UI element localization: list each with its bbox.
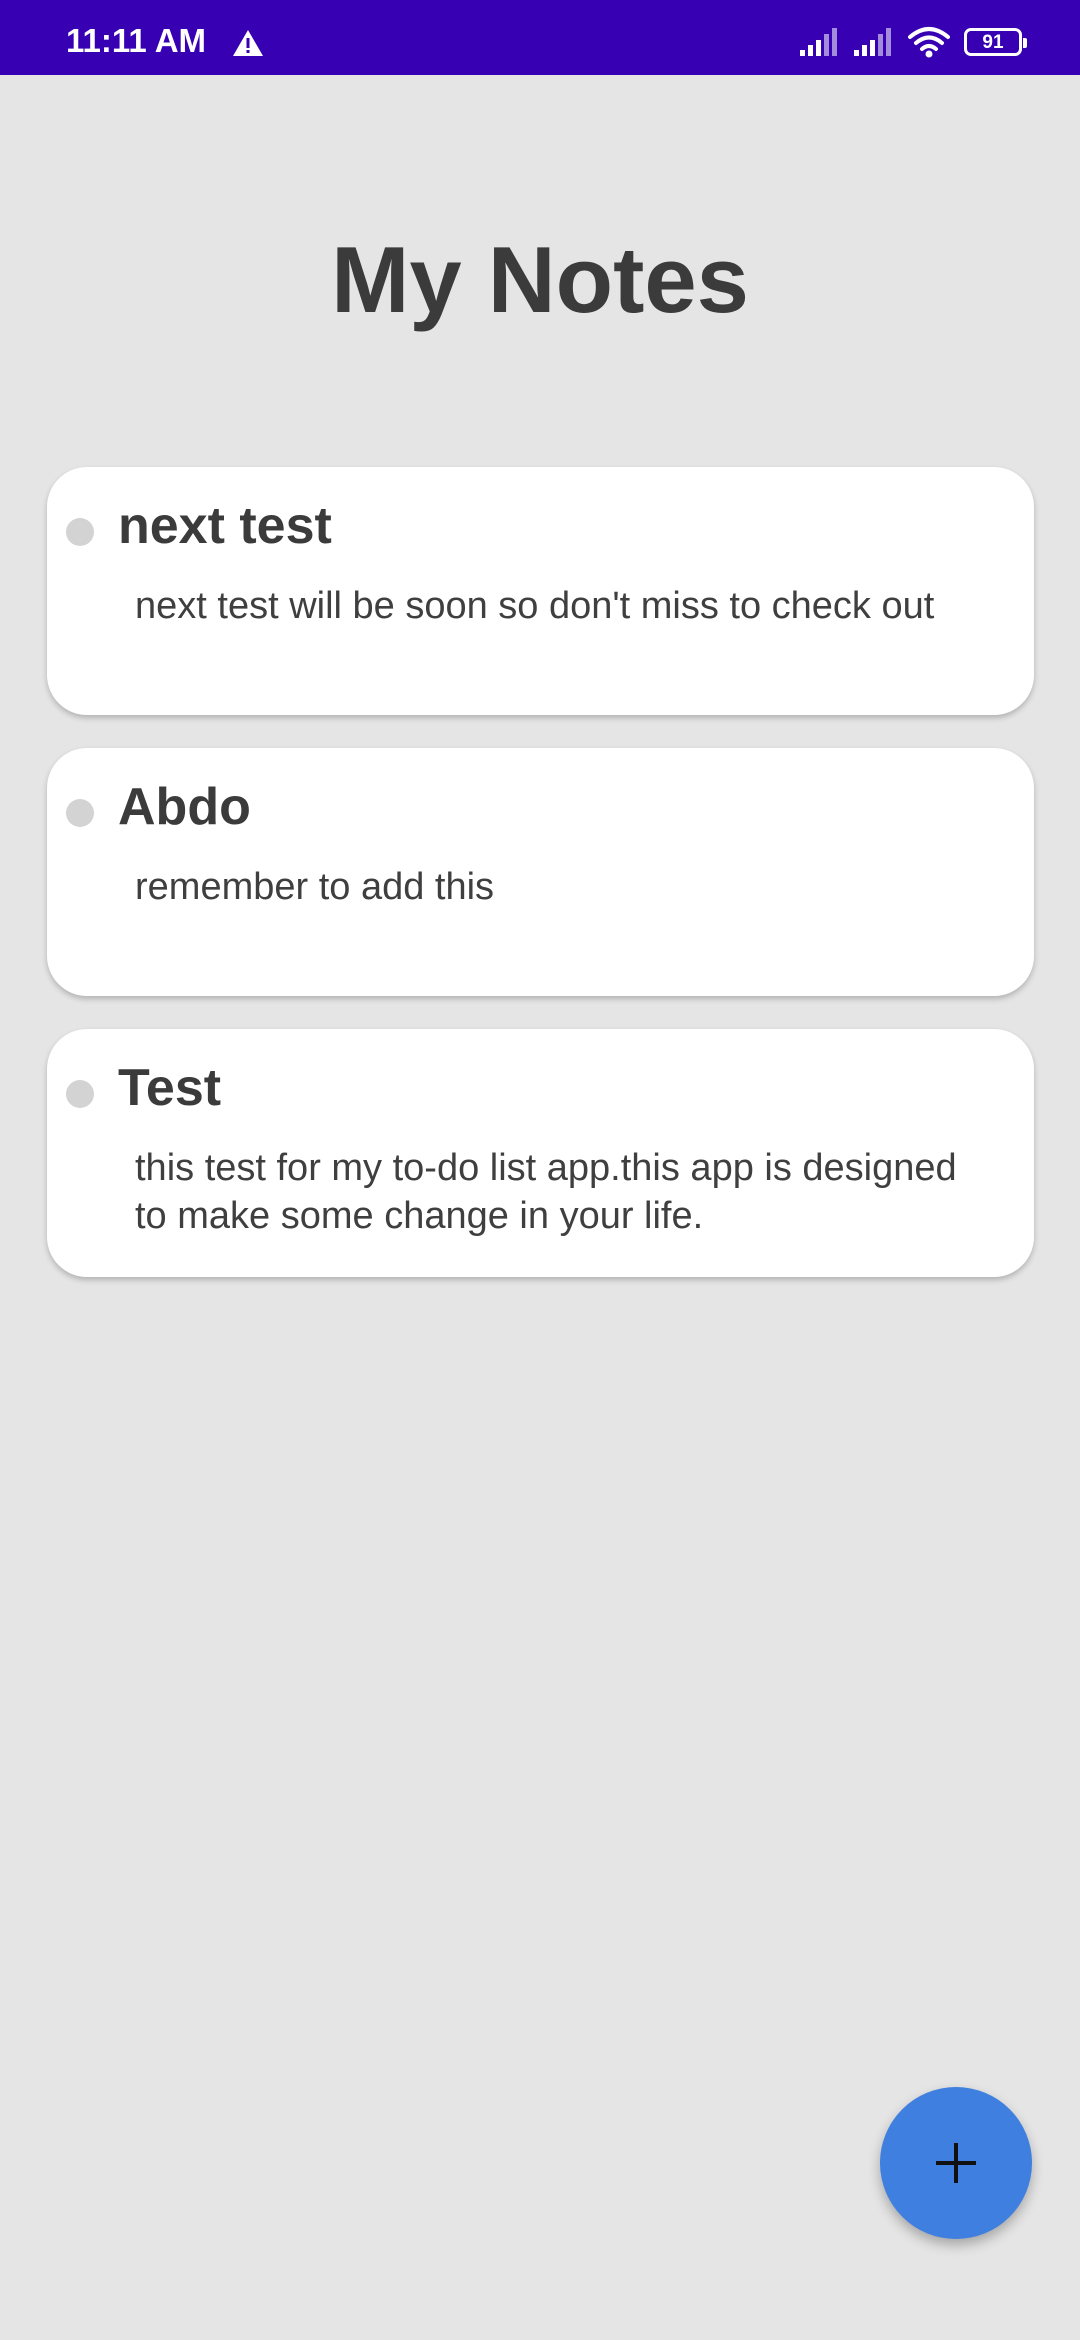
note-bullet-icon xyxy=(66,518,94,546)
note-bullet-icon xyxy=(66,1080,94,1108)
note-body: this test for my to-do list app.this app… xyxy=(135,1147,957,1237)
plus-icon xyxy=(934,2141,978,2185)
warning-icon xyxy=(232,29,264,62)
note-body: next test will be soon so don't miss to … xyxy=(135,585,935,627)
page-title: My Notes xyxy=(331,227,749,332)
note-title: next test xyxy=(118,497,332,555)
status-time: 11:11 AM xyxy=(66,22,207,59)
signal-icon xyxy=(854,28,894,56)
status-icons: 91 xyxy=(786,26,1027,58)
signal-icon xyxy=(800,28,840,56)
note-bullet-icon xyxy=(66,799,94,827)
add-note-button[interactable] xyxy=(880,2087,1032,2239)
wifi-icon xyxy=(908,26,950,58)
note-card[interactable]: Test this test for my to-do list app.thi… xyxy=(47,1029,1034,1277)
note-card[interactable]: next test next test will be soon so don'… xyxy=(47,467,1034,715)
note-card[interactable]: Abdo remember to add this xyxy=(47,748,1034,996)
battery-icon: 91 xyxy=(964,28,1027,56)
note-body: remember to add this xyxy=(135,866,495,908)
note-title: Abdo xyxy=(118,778,251,836)
status-bar: 11:11 AM 91 xyxy=(0,0,1080,75)
battery-level: 91 xyxy=(982,31,1004,53)
note-title: Test xyxy=(118,1059,222,1117)
